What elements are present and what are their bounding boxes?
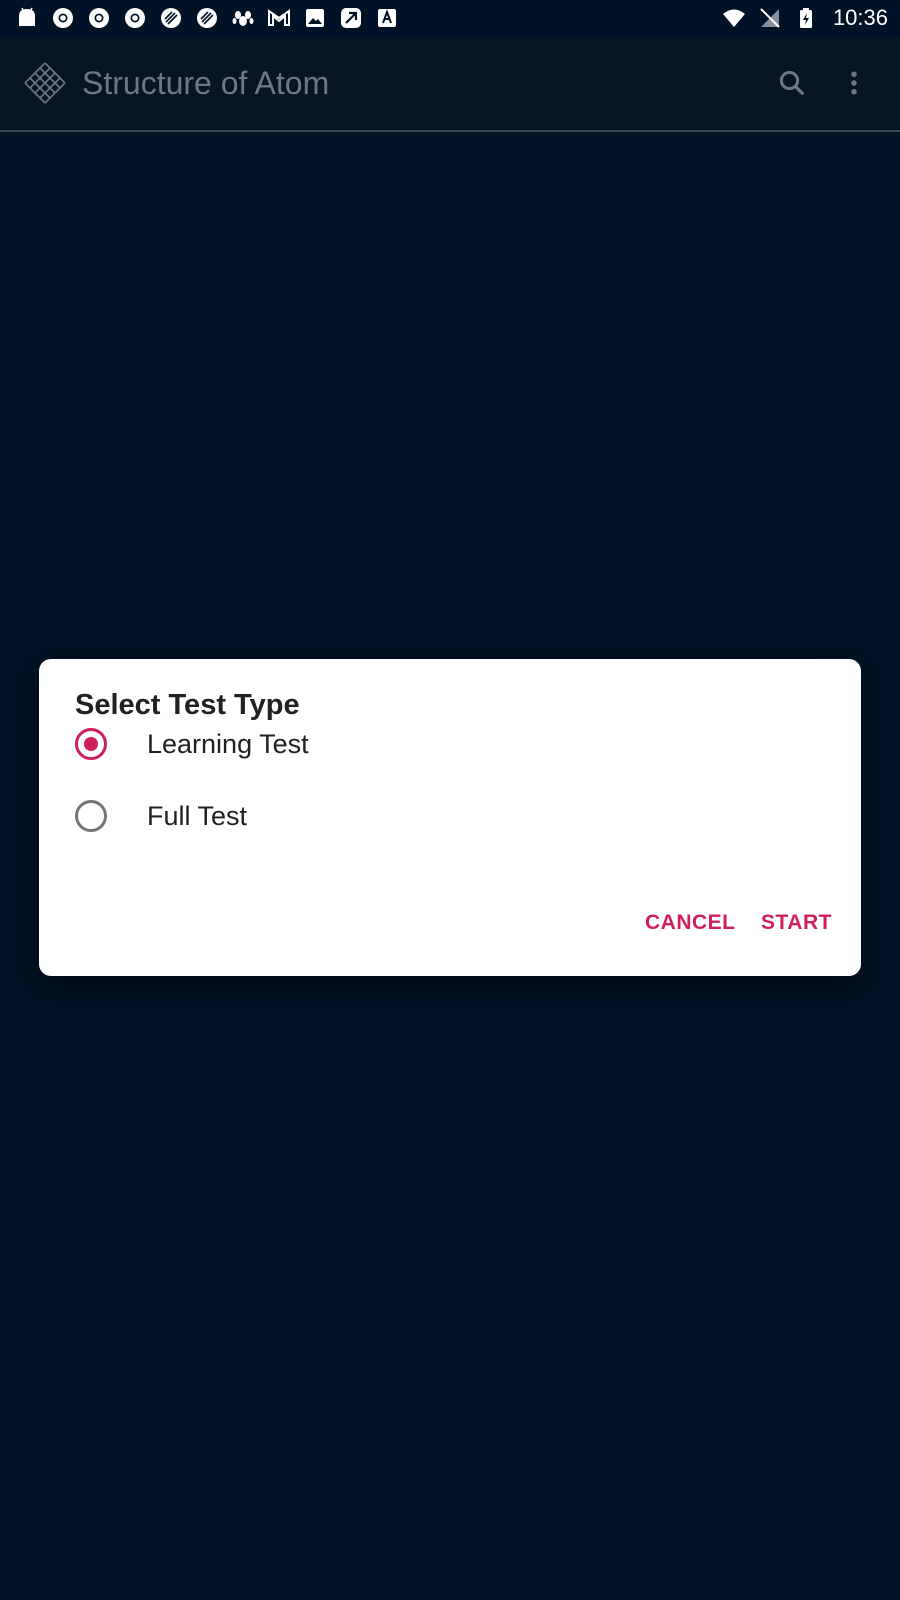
search-icon[interactable] [766,57,818,109]
app-title: Structure of Atom [82,64,330,101]
option-label: Learning Test [147,728,309,759]
chrome-icon [50,5,76,31]
system-icons: 10:36 [721,5,888,31]
app-icon [194,5,220,31]
paw-icon [230,5,256,31]
status-bar: 10:36 [0,0,900,36]
android-icon [14,5,40,31]
option-learning-test[interactable]: Learning Test [75,715,835,773]
gmail-icon [266,5,292,31]
no-signal-icon [757,5,783,31]
app-logo-icon [22,60,68,106]
radio-button[interactable] [75,728,107,760]
chrome-icon [86,5,112,31]
option-full-test[interactable]: Full Test [75,787,835,845]
more-vert-icon[interactable] [828,57,880,109]
option-label: Full Test [147,800,248,831]
cancel-button[interactable]: CANCEL [641,905,740,941]
app-icon [158,5,184,31]
app-icon [338,5,364,31]
start-button[interactable]: START [757,905,836,941]
text-a-icon [374,5,400,31]
wifi-icon [721,5,747,31]
notification-icons [14,5,400,31]
radio-button[interactable] [75,800,107,832]
app-bar: Structure of Atom [0,36,900,132]
select-test-type-dialog: Select Test Type Learning Test Full Test C… [39,659,861,976]
image-icon [302,5,328,31]
chrome-icon [122,5,148,31]
battery-charging-icon [793,5,819,31]
status-time: 10:36 [832,5,888,30]
